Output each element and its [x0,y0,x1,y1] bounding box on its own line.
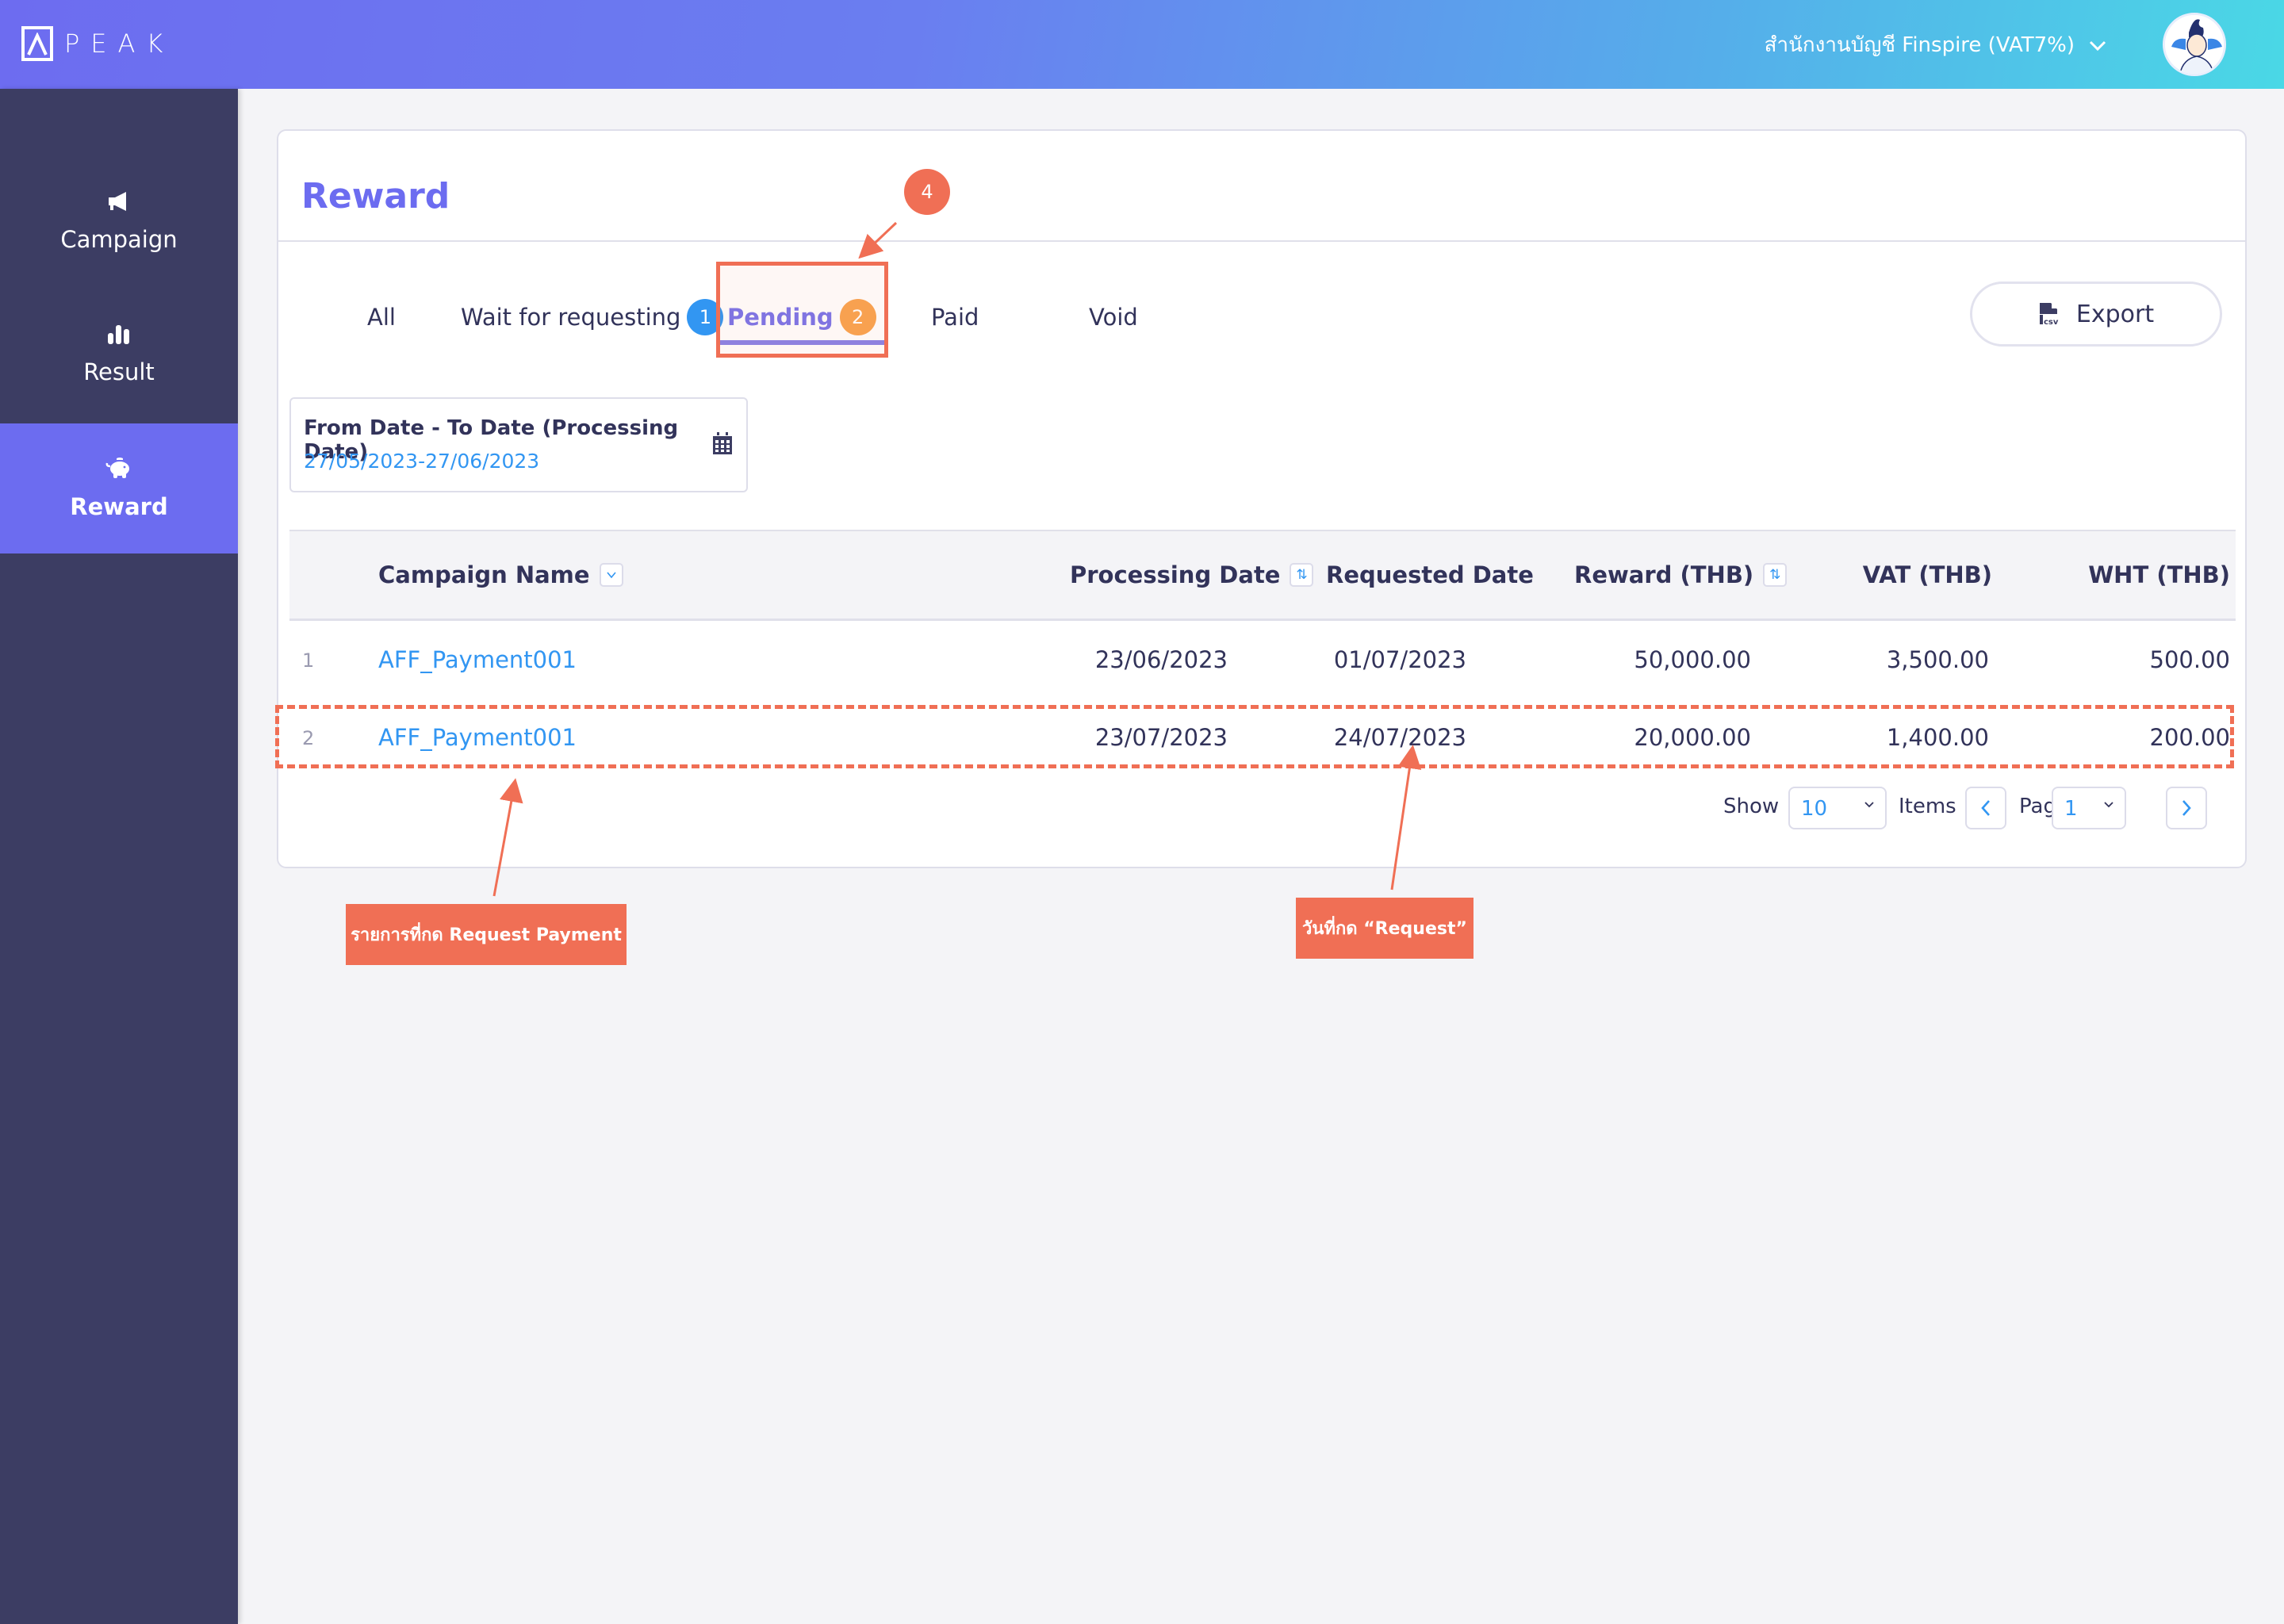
annotation-label-request-payment: รายการที่กด Request Payment [346,904,627,965]
title-divider [278,240,2245,242]
column-label: Reward (THB) [1574,561,1754,588]
logo-text: PEAK [64,29,174,59]
tab-paid[interactable]: Paid [931,297,979,337]
show-label: Show [1723,795,1780,818]
filter-dropdown-button[interactable] [599,563,623,587]
reward-amount: 50,000.00 [1634,646,1751,673]
items-per-page-value: 10 [1801,797,1828,821]
chevron-right-icon [2182,800,2191,816]
export-label: Export [2075,300,2155,328]
sidebar-item-label: Result [83,358,155,385]
chevron-down-icon [606,572,616,579]
campaign-name-link[interactable]: AFF_Payment001 [378,646,577,673]
chevron-left-icon [1981,800,1990,816]
items-label: Items [1899,795,1956,818]
bar-chart-icon [108,325,129,344]
user-avatar[interactable] [2163,13,2226,76]
sort-button[interactable]: ⇅ [1763,563,1788,587]
row-number: 1 [302,649,315,672]
vat-amount: 3,500.00 [1886,646,1989,673]
tab-label: Void [1089,304,1138,331]
calendar-icon [713,432,732,454]
page-select[interactable]: 1 [2052,787,2126,829]
table-row: 1 AFF_Payment001 23/06/2023 01/07/2023 5… [289,622,2236,700]
pagination: Show 10 Items Page 1 [278,787,2245,831]
sidebar-item-reward[interactable]: Reward [0,423,238,553]
column-label: VAT (THB) [1862,561,1992,588]
next-page-button[interactable] [2166,787,2207,829]
date-range-value: 27/05/2023-27/06/2023 [304,450,540,473]
tab-label: All [367,304,396,331]
processing-date: 23/06/2023 [1094,646,1228,673]
sidebar-item-campaign[interactable]: Campaign [0,159,238,285]
annotation-highlight-pending-tab [716,262,888,358]
chevron-down-icon [2089,40,2106,51]
table-header: Campaign Name Processing Date ⇅ Requeste… [289,530,2236,621]
tab-void[interactable]: Void [1089,297,1138,337]
date-range-picker[interactable]: From Date - To Date (Processing Date) 27… [289,397,748,492]
piggy-bank-icon [105,458,129,478]
svg-text:csv: csv [2044,318,2059,327]
column-header-wht: WHT (THB) [2088,561,2230,588]
wht-amount: 500.00 [2149,646,2230,673]
column-header-requested-date: Requested Date [1326,561,1534,588]
requested-date: 01/07/2023 [1333,646,1466,673]
step-number-badge: 4 [904,169,950,215]
sidebar-item-label: Campaign [60,226,178,253]
sort-button[interactable]: ⇅ [1290,563,1314,587]
column-label: Campaign Name [378,561,590,588]
sidebar-item-label: Reward [70,493,168,520]
column-header-vat: VAT (THB) [1863,561,1992,588]
column-header-reward[interactable]: Reward (THB) ⇅ [1574,561,1788,588]
csv-file-icon: csv [2039,303,2059,327]
tab-label: Wait for requesting [461,304,681,331]
megaphone-icon [109,192,126,211]
column-label: Processing Date [1070,561,1281,588]
sort-arrows-icon: ⇅ [1296,567,1308,583]
logo-mark-icon [21,26,53,61]
column-label: Requested Date [1326,561,1534,588]
top-bar: PEAK สำนักงานบัญชี Finspire (VAT7%) [0,0,2284,89]
page-value: 1 [2064,797,2078,821]
chevron-down-icon [2104,802,2113,808]
items-per-page-select[interactable]: 10 [1788,787,1887,829]
peak-logo[interactable]: PEAK [21,26,174,61]
column-label: WHT (THB) [2088,561,2230,588]
page-title: Reward [301,176,450,216]
annotation-label-request-date: วันที่กด “Request” [1296,898,1473,959]
sidebar-item-result[interactable]: Result [0,291,238,418]
sort-arrows-icon: ⇅ [1769,567,1781,583]
tab-wait-for-requesting[interactable]: Wait for requesting 1 [461,297,724,337]
column-header-processing-date[interactable]: Processing Date ⇅ [1070,561,1314,588]
tab-label: Paid [931,304,979,331]
company-switcher[interactable]: สำนักงานบัญชี Finspire (VAT7%) [1765,29,2108,61]
chevron-down-icon [1864,802,1874,808]
annotation-highlight-row-2 [275,705,2234,768]
sidebar: Campaign Result Reward [0,89,238,1624]
tab-all[interactable]: All [367,297,396,337]
column-header-campaign-name[interactable]: Campaign Name [378,561,623,588]
previous-page-button[interactable] [1965,787,2006,829]
company-name: สำนักงานบัญชี Finspire (VAT7%) [1764,33,2075,57]
export-button[interactable]: csv Export [1970,282,2222,347]
avatar-illustration-icon [2165,15,2224,74]
